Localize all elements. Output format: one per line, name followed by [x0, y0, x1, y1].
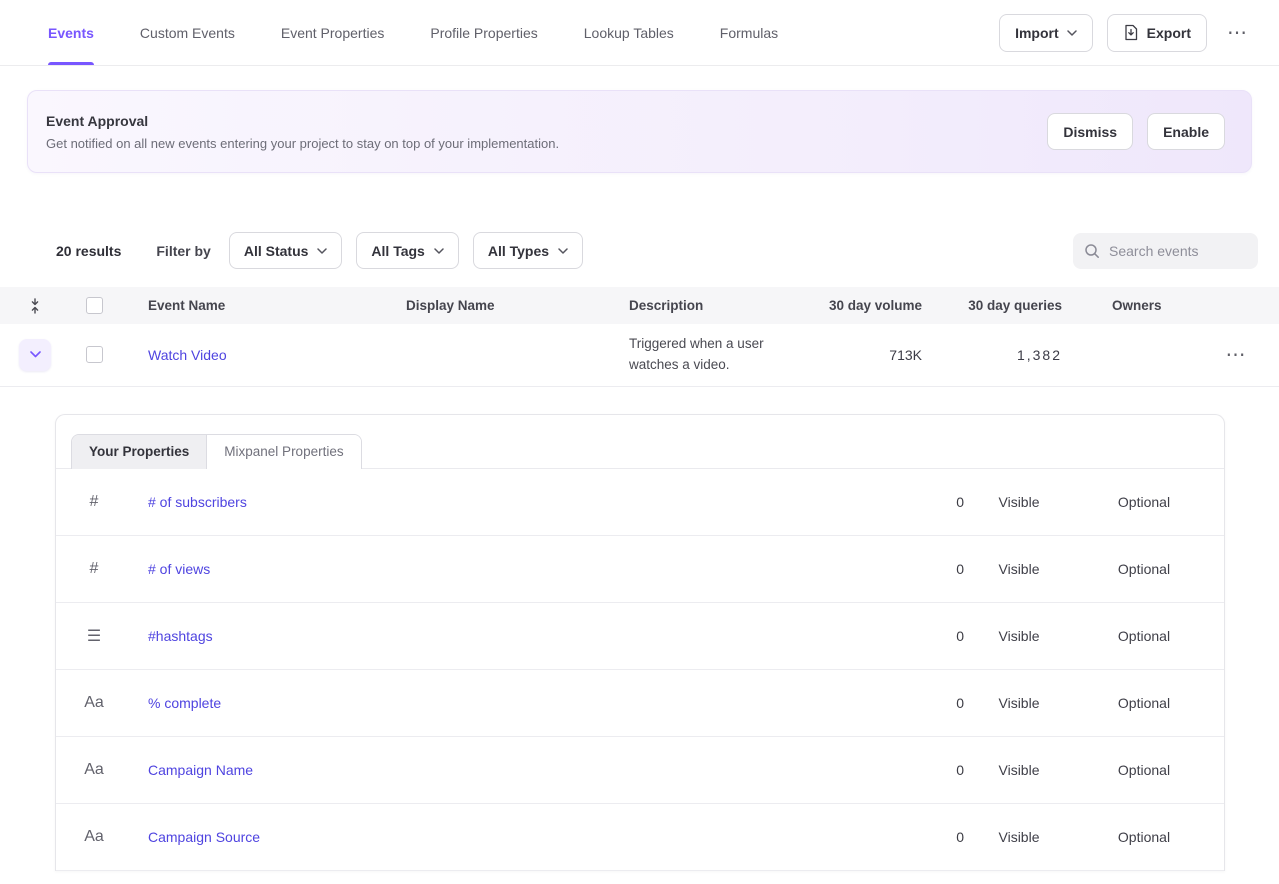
property-name-link[interactable]: Campaign Name [148, 762, 253, 778]
property-name-link[interactable]: % complete [148, 695, 221, 711]
property-name-link[interactable]: #hashtags [148, 628, 213, 644]
event-name-link[interactable]: Watch Video [148, 347, 227, 363]
visibility-select[interactable]: Visible [964, 628, 1074, 644]
export-button[interactable]: Export [1107, 14, 1207, 52]
visibility-select[interactable]: Visible [964, 695, 1074, 711]
property-count: 0 [854, 628, 964, 644]
requirement-select[interactable]: Optional [1074, 695, 1214, 711]
properties-tabs: Your Properties Mixpanel Properties [56, 415, 1224, 469]
text-icon: Aa [74, 694, 114, 712]
nav-actions: Import Export ⋯ [999, 14, 1253, 52]
row-checkbox[interactable] [86, 346, 103, 363]
status-filter-dropdown[interactable]: All Status [229, 232, 343, 269]
property-count: 0 [854, 695, 964, 711]
tab-your-properties[interactable]: Your Properties [72, 435, 206, 469]
results-count: 20 results [56, 243, 121, 259]
property-name-link[interactable]: Campaign Source [148, 829, 260, 845]
table-row: Watch Video Triggered when a user watche… [0, 324, 1279, 387]
top-nav: Events Custom Events Event Properties Pr… [0, 0, 1279, 66]
property-row: Aa Campaign Name 0 Visible Optional [56, 737, 1224, 804]
dismiss-button[interactable]: Dismiss [1047, 113, 1133, 150]
visibility-select[interactable]: Visible [964, 762, 1074, 778]
row-expander-button[interactable] [19, 339, 51, 371]
property-count: 0 [854, 829, 964, 845]
property-row: ☰ #hashtags 0 Visible Optional [56, 603, 1224, 670]
list-icon: ☰ [74, 626, 114, 646]
tags-filter-dropdown[interactable]: All Tags [356, 232, 458, 269]
property-row: Aa Campaign Source 0 Visible Optional [56, 804, 1224, 871]
column-event-name: Event Name [122, 298, 406, 313]
text-icon: Aa [74, 761, 114, 779]
requirement-select[interactable]: Optional [1074, 628, 1214, 644]
property-count: 0 [854, 561, 964, 577]
visibility-select[interactable]: Visible [964, 829, 1074, 845]
tab-lookup-tables[interactable]: Lookup Tables [584, 0, 674, 65]
tab-formulas[interactable]: Formulas [720, 0, 778, 65]
banner-description: Get notified on all new events entering … [46, 136, 559, 151]
requirement-select[interactable]: Optional [1074, 762, 1214, 778]
chevron-down-icon [434, 248, 444, 254]
requirement-select[interactable]: Optional [1074, 561, 1214, 577]
filter-by-label: Filter by [156, 243, 210, 259]
tab-custom-events[interactable]: Custom Events [140, 0, 235, 65]
import-button[interactable]: Import [999, 14, 1093, 52]
status-filter-label: All Status [244, 243, 309, 259]
event-approval-banner: Event Approval Get notified on all new e… [27, 90, 1252, 173]
queries-cell: 1,382 [922, 347, 1062, 363]
column-volume: 30 day volume [799, 298, 922, 313]
banner-text: Event Approval Get notified on all new e… [46, 113, 559, 151]
banner-actions: Dismiss Enable [1047, 113, 1225, 150]
number-icon: # [74, 560, 114, 578]
column-display-name: Display Name [406, 298, 629, 313]
property-name-link[interactable]: # of subscribers [148, 494, 247, 510]
types-filter-label: All Types [488, 243, 549, 259]
tab-profile-properties[interactable]: Profile Properties [430, 0, 537, 65]
description-cell: Triggered when a user watches a video. [629, 324, 799, 386]
visibility-select[interactable]: Visible [964, 494, 1074, 510]
more-icon[interactable]: ⋯ [1221, 19, 1253, 47]
nav-tabs: Events Custom Events Event Properties Pr… [48, 0, 778, 65]
events-table-header: Event Name Display Name Description 30 d… [0, 287, 1279, 324]
search-input[interactable] [1109, 243, 1247, 259]
export-button-label: Export [1147, 25, 1191, 41]
column-queries: 30 day queries [922, 298, 1062, 313]
chevron-down-icon [30, 351, 41, 358]
properties-panel: Your Properties Mixpanel Properties # # … [55, 414, 1225, 871]
property-row: # # of subscribers 0 Visible Optional [56, 469, 1224, 536]
tab-event-properties[interactable]: Event Properties [281, 0, 385, 65]
property-name-link[interactable]: # of views [148, 561, 210, 577]
property-row: Aa % complete 0 Visible Optional [56, 670, 1224, 737]
chevron-down-icon [317, 248, 327, 254]
text-icon: Aa [74, 828, 114, 846]
row-more-icon[interactable]: ⋯ [1220, 341, 1252, 369]
column-description: Description [629, 298, 799, 313]
select-all-checkbox[interactable] [86, 297, 103, 314]
requirement-select[interactable]: Optional [1074, 494, 1214, 510]
banner-title: Event Approval [46, 113, 559, 129]
property-count: 0 [854, 494, 964, 510]
requirement-select[interactable]: Optional [1074, 829, 1214, 845]
volume-cell: 713K [799, 347, 922, 363]
export-icon [1123, 24, 1139, 41]
tab-events[interactable]: Events [48, 0, 94, 65]
filter-row: 20 results Filter by All Status All Tags… [56, 232, 1258, 269]
search-icon [1084, 243, 1100, 259]
chevron-down-icon [1067, 30, 1077, 36]
types-filter-dropdown[interactable]: All Types [473, 232, 583, 269]
column-owners: Owners [1062, 298, 1192, 313]
property-count: 0 [854, 762, 964, 778]
search-box [1073, 233, 1258, 269]
collapse-all-icon[interactable] [28, 298, 64, 314]
chevron-down-icon [558, 248, 568, 254]
tags-filter-label: All Tags [371, 243, 424, 259]
visibility-select[interactable]: Visible [964, 561, 1074, 577]
import-button-label: Import [1015, 25, 1059, 41]
number-icon: # [74, 493, 114, 511]
enable-button[interactable]: Enable [1147, 113, 1225, 150]
tab-mixpanel-properties[interactable]: Mixpanel Properties [206, 435, 360, 469]
property-row: # # of views 0 Visible Optional [56, 536, 1224, 603]
